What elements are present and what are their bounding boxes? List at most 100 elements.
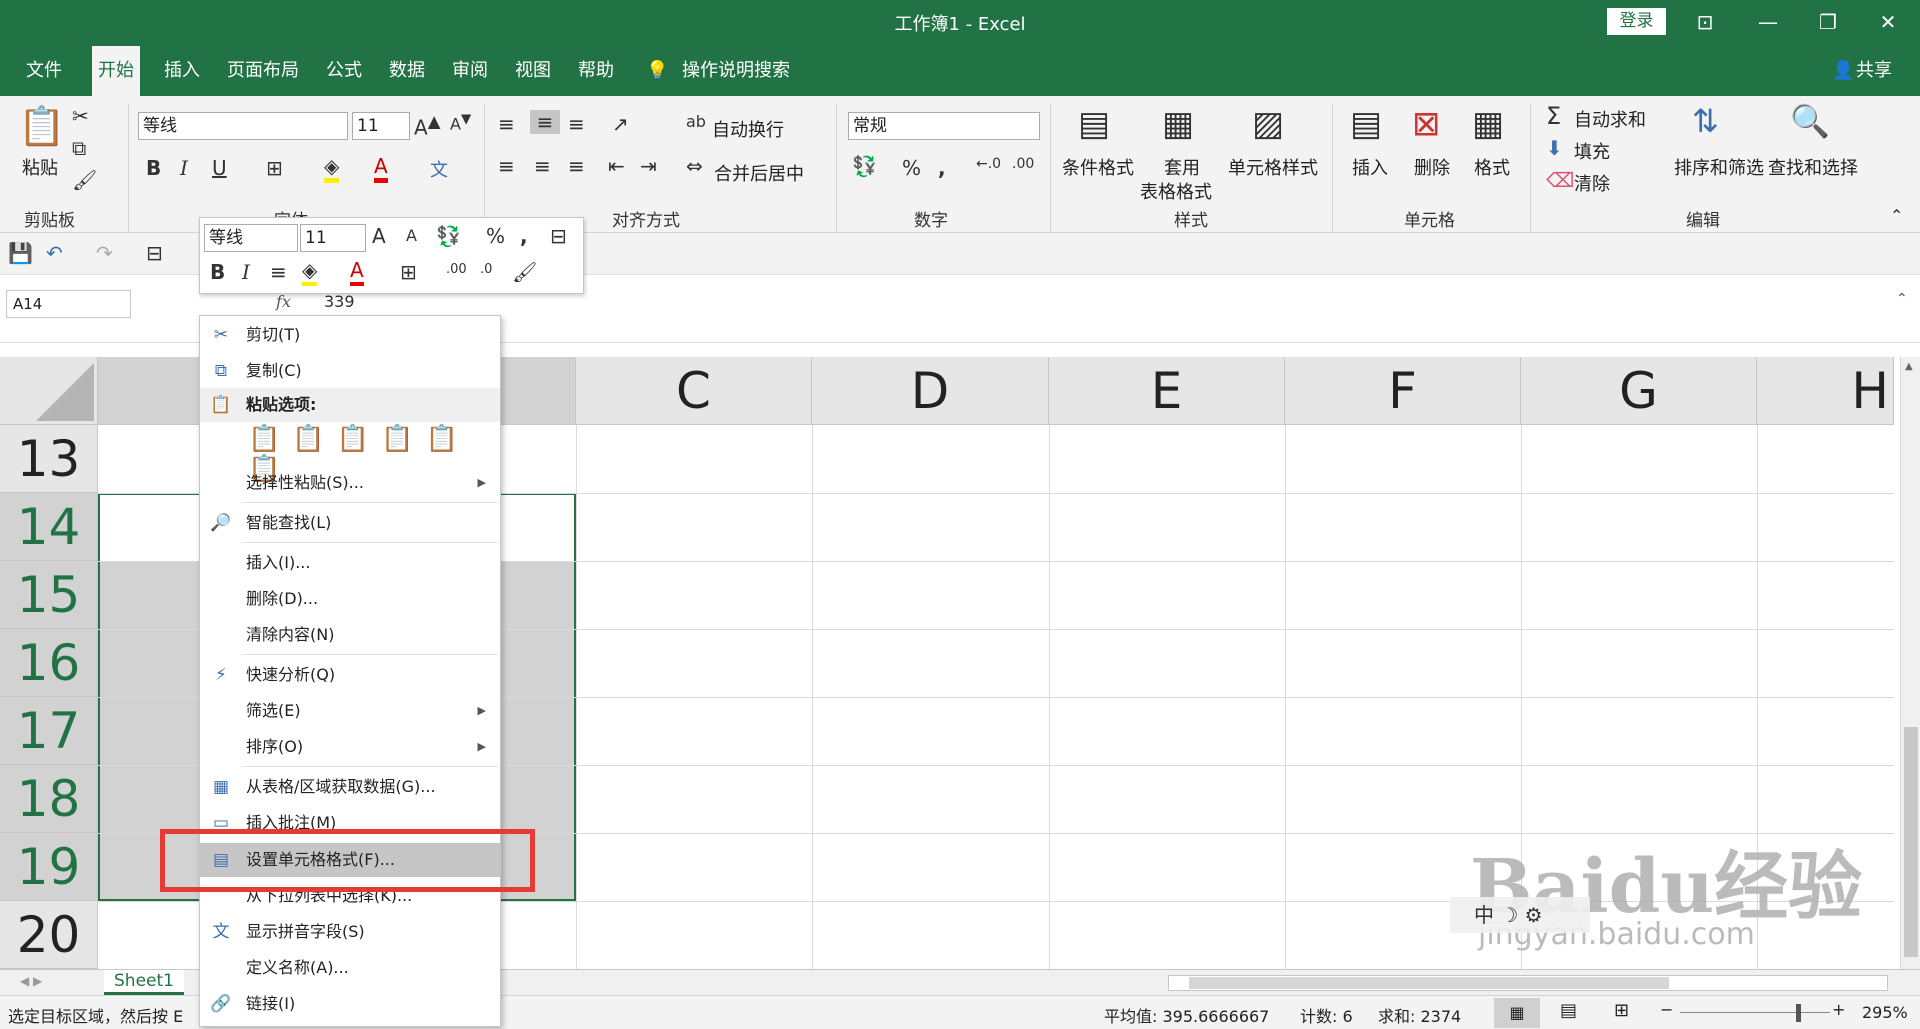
- align-top-icon[interactable]: ≡: [498, 112, 515, 136]
- column-header-e[interactable]: E: [1049, 357, 1285, 425]
- qat-custom-icon[interactable]: ⊟: [146, 241, 163, 265]
- tab-view[interactable]: 视图: [509, 46, 557, 96]
- italic-icon[interactable]: I: [180, 156, 188, 180]
- ime-toolbar[interactable]: 中 ☽ ⚙: [1450, 897, 1590, 933]
- row-header-17[interactable]: 17: [0, 697, 98, 765]
- hscroll-thumb[interactable]: [1189, 977, 1669, 989]
- mini-increase-decimal-icon[interactable]: .00: [446, 262, 467, 277]
- wrap-text-icon[interactable]: ab: [686, 112, 706, 131]
- zoom-slider-thumb[interactable]: [1796, 1004, 1801, 1022]
- paste-button[interactable]: 粘贴: [22, 154, 58, 180]
- ribbon-display-icon[interactable]: ⊡: [1687, 6, 1723, 38]
- horizontal-scrollbar[interactable]: [1168, 975, 1888, 991]
- find-select-button[interactable]: 查找和选择: [1768, 154, 1858, 180]
- clear-button[interactable]: 清除: [1574, 170, 1610, 196]
- zoom-in-icon[interactable]: +: [1832, 1000, 1845, 1019]
- column-header-c[interactable]: C: [576, 357, 812, 425]
- column-header-f[interactable]: F: [1285, 357, 1521, 425]
- share-button[interactable]: 共享: [1850, 46, 1898, 96]
- scroll-up-icon[interactable]: ▲: [1905, 361, 1913, 372]
- expand-formula-icon[interactable]: ⌃: [1896, 291, 1908, 307]
- sort-filter-button[interactable]: 排序和筛选: [1674, 154, 1764, 180]
- align-bottom-icon[interactable]: ≡: [568, 112, 585, 136]
- find-select-icon[interactable]: 🔍: [1790, 102, 1830, 140]
- bold-icon[interactable]: B: [146, 156, 161, 180]
- format-as-table-icon[interactable]: ▦: [1162, 104, 1194, 144]
- column-header-g[interactable]: G: [1521, 357, 1757, 425]
- login-button[interactable]: 登录: [1607, 8, 1666, 35]
- tab-data[interactable]: 数据: [383, 46, 431, 96]
- percent-icon[interactable]: %: [902, 156, 921, 180]
- sort-filter-icon[interactable]: ⇅: [1692, 102, 1719, 140]
- menu-item-copy[interactable]: ⧉ 复制(C): [200, 354, 500, 388]
- grow-font-icon[interactable]: A▲: [414, 112, 441, 140]
- page-break-view-icon[interactable]: ⊞: [1614, 1000, 1629, 1021]
- tab-insert[interactable]: 插入: [158, 46, 206, 96]
- comma-style-icon[interactable]: ,: [938, 156, 946, 180]
- formula-input[interactable]: 339: [324, 292, 355, 311]
- row-header-15[interactable]: 15: [0, 561, 98, 629]
- insert-cells-button[interactable]: 插入: [1352, 154, 1388, 180]
- align-middle-icon[interactable]: ≡: [530, 110, 560, 134]
- mini-align-icon[interactable]: ≡: [270, 260, 287, 284]
- insert-cells-icon[interactable]: ▤: [1350, 104, 1382, 144]
- mini-bold-icon[interactable]: B: [210, 260, 225, 284]
- align-left-icon[interactable]: ≡: [498, 154, 515, 178]
- column-header-d[interactable]: D: [812, 357, 1049, 425]
- format-as-table-label[interactable]: 表格格式: [1140, 178, 1212, 204]
- font-name-dropdown[interactable]: 等线: [138, 112, 348, 140]
- merge-center-button[interactable]: 合并后居中: [714, 160, 804, 186]
- minimize-button[interactable]: —: [1750, 6, 1786, 38]
- mini-accounting-icon[interactable]: 💱: [436, 224, 461, 248]
- menu-item-delete[interactable]: 删除(D)...: [200, 582, 500, 616]
- mini-comma-icon[interactable]: ,: [520, 224, 528, 248]
- mini-shrink-font-icon[interactable]: A: [406, 226, 417, 245]
- decrease-indent-icon[interactable]: ⇤: [608, 154, 625, 178]
- row-header-18[interactable]: 18: [0, 765, 98, 833]
- menu-item-phonetic[interactable]: 文显示拼音字段(S): [200, 915, 500, 949]
- sheet-tab-sheet1[interactable]: Sheet1: [104, 970, 184, 995]
- align-center-icon[interactable]: ≡: [534, 154, 551, 178]
- page-layout-view-icon[interactable]: ▤: [1560, 1000, 1577, 1021]
- row-header-19[interactable]: 19: [0, 833, 98, 901]
- shrink-font-icon[interactable]: A▼: [450, 112, 471, 133]
- orientation-icon[interactable]: ↗: [612, 112, 629, 136]
- menu-item-sort[interactable]: 排序(O) ▶: [200, 730, 500, 764]
- mini-size-dropdown[interactable]: 11: [300, 224, 366, 252]
- row-header-14[interactable]: 14: [0, 493, 98, 561]
- delete-cells-button[interactable]: 删除: [1414, 154, 1450, 180]
- zoom-slider[interactable]: [1680, 1012, 1830, 1013]
- vertical-scrollbar[interactable]: ▲: [1900, 357, 1920, 969]
- eraser-icon[interactable]: ⌫: [1546, 168, 1574, 192]
- collapse-ribbon-icon[interactable]: ⌃: [1890, 206, 1903, 225]
- tab-review[interactable]: 审阅: [446, 46, 494, 96]
- format-as-table-button[interactable]: 套用: [1164, 154, 1200, 180]
- cell-styles-icon[interactable]: ▨: [1252, 104, 1284, 144]
- normal-view-icon[interactable]: ▦: [1494, 998, 1540, 1028]
- mini-percent-icon[interactable]: %: [486, 224, 505, 248]
- menu-item-quick-analysis[interactable]: ⚡ 快速分析(Q): [200, 658, 500, 692]
- mini-italic-icon[interactable]: I: [242, 260, 250, 284]
- mini-decrease-decimal-icon[interactable]: .0: [480, 262, 492, 277]
- menu-item-insert[interactable]: 插入(I)...: [200, 546, 500, 580]
- select-all-corner[interactable]: [0, 357, 98, 425]
- row-header-20[interactable]: 20: [0, 901, 98, 969]
- merge-center-icon[interactable]: ⇔: [686, 154, 703, 178]
- tab-page-layout[interactable]: 页面布局: [221, 46, 305, 96]
- font-size-dropdown[interactable]: 11: [352, 112, 410, 140]
- mini-grow-font-icon[interactable]: A: [372, 224, 386, 248]
- font-color-icon[interactable]: A: [374, 154, 388, 183]
- delete-cells-icon[interactable]: ⊠: [1412, 104, 1441, 144]
- menu-item-cut[interactable]: ✂ 剪切(T): [200, 318, 500, 352]
- scrollbar-thumb[interactable]: [1904, 727, 1918, 957]
- mini-font-color-icon[interactable]: A: [350, 258, 364, 286]
- conditional-format-icon[interactable]: ▤: [1078, 104, 1110, 144]
- menu-item-paste-special[interactable]: 选择性粘贴(S)... ▶: [200, 466, 500, 500]
- mini-fill-color-icon[interactable]: ◈: [302, 258, 318, 286]
- number-format-dropdown[interactable]: 常规: [848, 112, 1040, 140]
- autosum-button[interactable]: 自动求和: [1574, 106, 1646, 132]
- function-icon[interactable]: fx: [276, 292, 291, 311]
- undo-icon[interactable]: ↶: [46, 241, 63, 265]
- increase-indent-icon[interactable]: ⇥: [640, 154, 657, 178]
- format-cells-button[interactable]: 格式: [1474, 154, 1510, 180]
